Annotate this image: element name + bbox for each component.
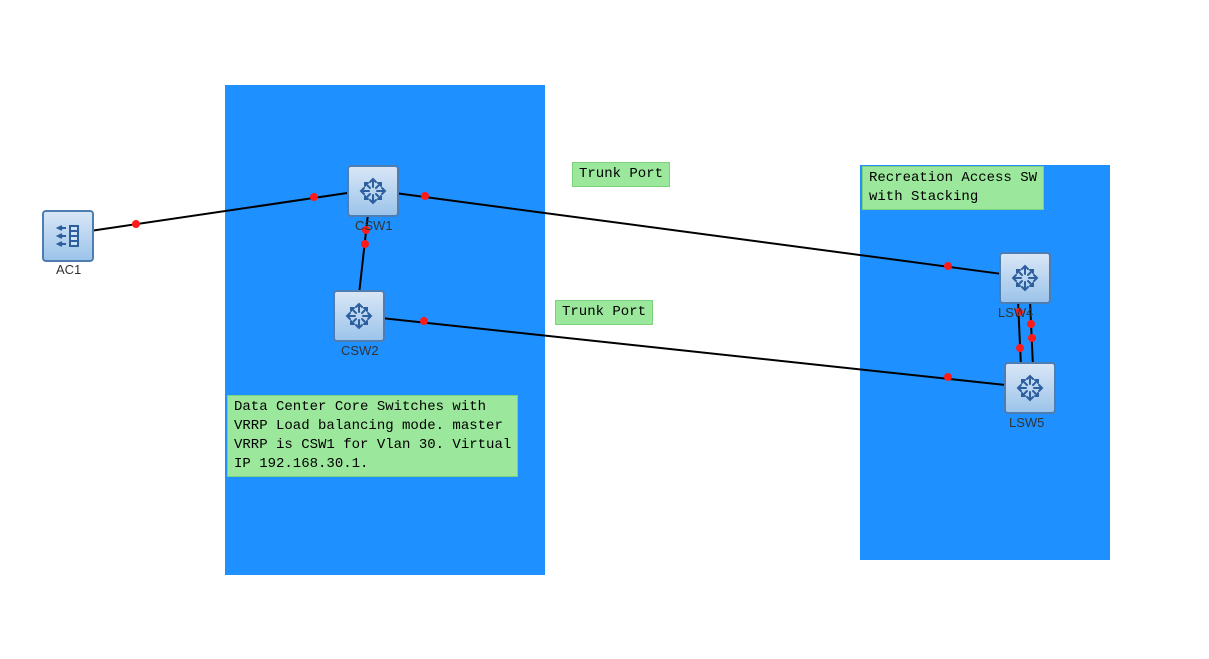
csw2-node-label: CSW2 xyxy=(341,343,379,358)
csw1-node-label: CSW1 xyxy=(355,218,393,233)
lsw5-node-label: LSW5 xyxy=(1009,415,1044,430)
port-dot xyxy=(421,192,429,200)
port-dot xyxy=(1028,334,1036,342)
annot-access: Recreation Access SW with Stacking xyxy=(862,166,1044,210)
port-dot xyxy=(361,240,369,248)
ac1-node-label: AC1 xyxy=(56,262,81,277)
lsw4-node-label: LSW4 xyxy=(998,305,1033,320)
port-dot xyxy=(310,193,318,201)
annot-core: Data Center Core Switches with VRRP Load… xyxy=(227,395,518,477)
annot-trunk2: Trunk Port xyxy=(555,300,653,325)
port-dot xyxy=(132,220,140,228)
port-dot xyxy=(944,373,952,381)
zone-access xyxy=(860,165,1110,560)
csw2-node[interactable] xyxy=(333,290,385,342)
annot-trunk1: Trunk Port xyxy=(572,162,670,187)
lsw5-node[interactable] xyxy=(1004,362,1056,414)
lsw4-node[interactable] xyxy=(999,252,1051,304)
port-dot xyxy=(1016,344,1024,352)
ac1-node[interactable] xyxy=(42,210,94,262)
port-dot xyxy=(1027,320,1035,328)
port-dot xyxy=(420,317,428,325)
csw1-node[interactable] xyxy=(347,165,399,217)
port-dot xyxy=(944,262,952,270)
